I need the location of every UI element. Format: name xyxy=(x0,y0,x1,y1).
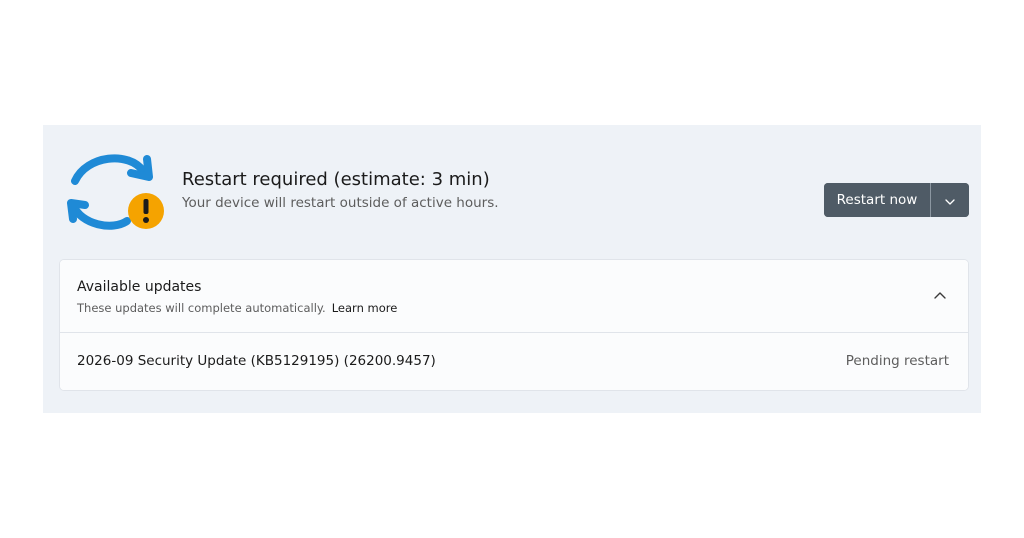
status-title: Restart required (estimate: 3 min) xyxy=(182,169,490,190)
restart-now-button[interactable]: Restart now xyxy=(824,183,930,217)
restart-split-button: Restart now xyxy=(824,183,969,217)
status-subtitle: Your device will restart outside of acti… xyxy=(182,195,499,211)
sync-warning-icon xyxy=(67,149,167,233)
available-updates-card: Available updates These updates will com… xyxy=(59,259,969,391)
update-status: Pending restart xyxy=(845,353,949,369)
updates-description: These updates will complete automaticall… xyxy=(77,301,326,315)
chevron-up-icon[interactable] xyxy=(932,287,948,303)
chevron-down-icon xyxy=(945,193,955,208)
windows-update-panel: Restart required (estimate: 3 min) Your … xyxy=(43,125,981,413)
updates-title: Available updates xyxy=(77,279,202,295)
available-updates-header[interactable]: Available updates These updates will com… xyxy=(60,260,968,333)
update-row: 2026-09 Security Update (KB5129195) (262… xyxy=(60,333,968,390)
learn-more-link[interactable]: Learn more xyxy=(332,301,398,315)
restart-options-button[interactable] xyxy=(931,183,969,217)
updates-description-line: These updates will complete automaticall… xyxy=(77,301,397,315)
update-name: 2026-09 Security Update (KB5129195) (262… xyxy=(77,353,436,369)
